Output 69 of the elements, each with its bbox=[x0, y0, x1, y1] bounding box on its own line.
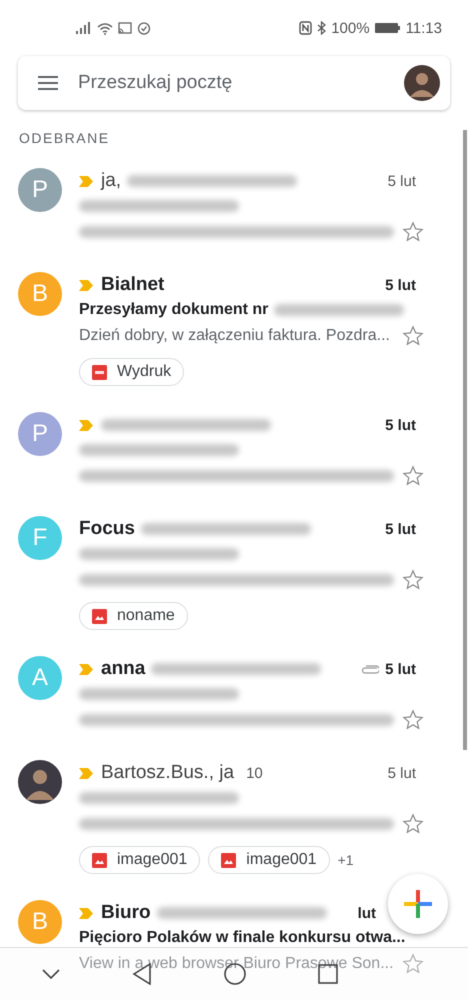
email-row[interactable]: F Focus 5 lut noname bbox=[0, 504, 468, 644]
email-row[interactable]: Bartosz.Bus., ja 10 5 lut image001 image001 +1 bbox=[0, 748, 468, 888]
wifi-icon bbox=[97, 22, 113, 34]
signal-icon bbox=[76, 22, 92, 34]
plus-icon bbox=[404, 890, 432, 918]
email-date: 5 lut bbox=[385, 416, 416, 434]
sender-name: ja, bbox=[101, 170, 122, 192]
clock-time: 11:13 bbox=[406, 20, 442, 36]
menu-icon[interactable] bbox=[38, 76, 58, 90]
star-icon[interactable] bbox=[402, 813, 424, 835]
scrollbar[interactable] bbox=[463, 130, 467, 750]
email-snippet: View in a web browser Biuro Prasowe Son... bbox=[79, 955, 394, 973]
search-bar[interactable]: Przeszukaj pocztę bbox=[18, 56, 450, 110]
nfc-icon bbox=[299, 21, 312, 35]
important-marker-icon[interactable] bbox=[79, 176, 93, 186]
star-icon[interactable] bbox=[402, 569, 424, 591]
image-icon bbox=[92, 852, 107, 868]
attachment-chip[interactable]: Wydruk bbox=[79, 358, 184, 386]
sender-name: Biuro bbox=[101, 902, 151, 924]
battery-icon bbox=[374, 22, 401, 34]
email-date: 5 lut bbox=[385, 520, 416, 538]
important-marker-icon[interactable] bbox=[79, 908, 93, 918]
email-date: lut bbox=[358, 904, 376, 922]
email-row[interactable]: A anna 5 lut bbox=[0, 644, 468, 748]
star-icon[interactable] bbox=[402, 221, 424, 243]
avatar-icon bbox=[18, 760, 62, 804]
sender-name: Bartosz.Bus., ja bbox=[101, 762, 234, 784]
important-marker-icon[interactable] bbox=[79, 280, 93, 290]
sender-name: Bialnet bbox=[101, 274, 164, 296]
more-attachments-count: +1 bbox=[338, 852, 354, 868]
avatar-letter: P bbox=[18, 412, 62, 456]
star-icon[interactable] bbox=[402, 953, 424, 975]
email-date: 5 lut bbox=[388, 764, 416, 782]
email-subject: Przesyłamy dokument nr bbox=[79, 301, 268, 319]
important-marker-icon[interactable] bbox=[79, 420, 93, 430]
avatar-letter: A bbox=[18, 656, 62, 700]
sender-name: Focus bbox=[79, 518, 135, 540]
email-subject: Pięcioro Polaków w finale konkursu otwa... bbox=[79, 929, 406, 947]
cast-icon bbox=[118, 22, 132, 34]
search-placeholder: Przeszukaj pocztę bbox=[78, 72, 234, 94]
email-row[interactable]: P ja, 5 lut bbox=[0, 156, 468, 260]
image-icon bbox=[92, 608, 107, 624]
message-count: 10 bbox=[246, 764, 263, 782]
star-icon[interactable] bbox=[402, 465, 424, 487]
attachment-chip[interactable]: image001 bbox=[79, 846, 200, 874]
chevron-down-icon[interactable] bbox=[42, 969, 60, 979]
email-date: 5 lut bbox=[385, 276, 416, 294]
email-snippet: Dzień dobry, w załączeniu faktura. Pozdra... bbox=[79, 327, 390, 345]
avatar-letter: B bbox=[18, 900, 62, 944]
important-marker-icon[interactable] bbox=[79, 768, 93, 778]
important-marker-icon[interactable] bbox=[79, 664, 93, 674]
email-date: 5 lut bbox=[388, 172, 416, 190]
bluetooth-icon bbox=[317, 21, 326, 35]
email-date: 5 lut bbox=[385, 660, 416, 678]
avatar-letter: B bbox=[18, 272, 62, 316]
star-icon[interactable] bbox=[402, 325, 424, 347]
account-avatar-icon[interactable] bbox=[404, 65, 440, 101]
pdf-icon bbox=[92, 364, 107, 380]
section-label: ODEBRANE bbox=[18, 129, 111, 148]
email-row[interactable]: B Bialnet 5 lut Przesyłamy dokument nr Dzień dobry, w załączeniu faktura. Pozdra... Wydruk bbox=[0, 260, 468, 400]
attachment-chip[interactable]: image001 bbox=[208, 846, 330, 874]
avatar-letter: F bbox=[18, 516, 62, 560]
star-icon[interactable] bbox=[402, 709, 424, 731]
sender-name: anna bbox=[101, 658, 146, 680]
battery-percent: 100% bbox=[331, 20, 370, 36]
attachment-chip[interactable]: noname bbox=[79, 602, 188, 630]
image-icon bbox=[221, 852, 236, 868]
avatar-letter: P bbox=[18, 168, 62, 212]
email-row[interactable]: P 5 lut bbox=[0, 400, 468, 504]
